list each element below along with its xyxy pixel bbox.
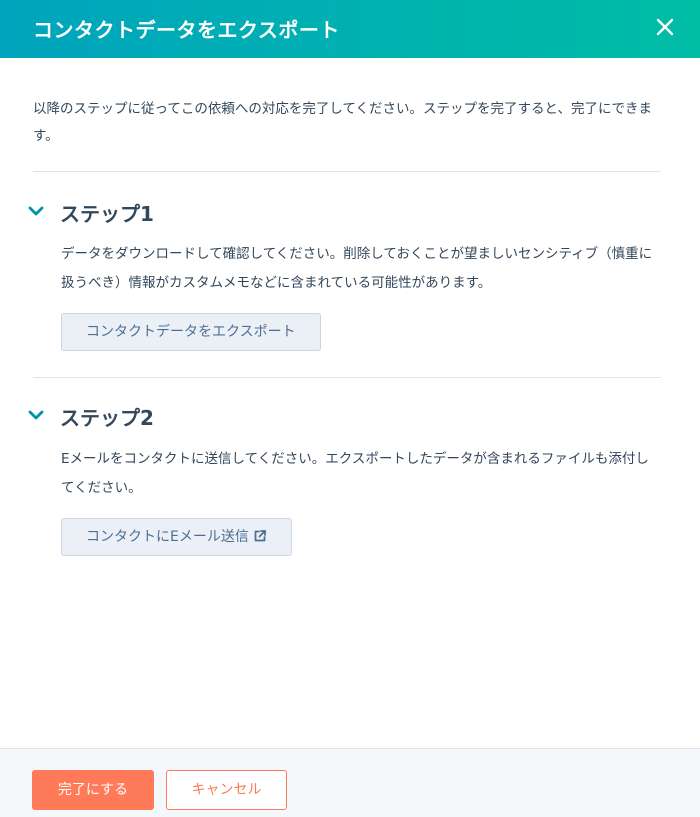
step-1-description: データをダウンロードして確認してください。削除しておくことが望ましいセンシティブ…	[61, 246, 653, 291]
cancel-button[interactable]: キャンセル	[166, 770, 287, 810]
external-link-icon	[254, 530, 266, 542]
divider	[33, 171, 661, 172]
chevron-down-icon	[28, 410, 44, 420]
step-2-title: ステップ2	[60, 406, 154, 430]
step-1-title: ステップ1	[60, 202, 154, 226]
dialog-title: コンタクトデータをエクスポート	[33, 18, 340, 42]
export-contact-data-label: コンタクトデータをエクスポート	[86, 324, 296, 340]
intro-text: 以降のステップに従ってこの依頼への対応を完了してください。ステップを完了すると、…	[33, 101, 652, 144]
send-email-to-contact-button[interactable]: コンタクトにEメール送信	[61, 518, 292, 556]
step-2-description: Eメールをコンタクトに送信してください。エクスポートしたデータが含まれるファイル…	[61, 451, 649, 496]
export-contact-dialog: コンタクトデータをエクスポート 以降のステップに従ってこの依頼への対応を完了して…	[0, 0, 700, 817]
dialog-footer: 完了にする キャンセル	[0, 748, 700, 817]
dialog-header: コンタクトデータをエクスポート	[0, 0, 700, 58]
close-button[interactable]	[650, 12, 680, 42]
chevron-down-icon	[28, 206, 44, 216]
complete-button[interactable]: 完了にする	[32, 770, 154, 810]
export-contact-data-button[interactable]: コンタクトデータをエクスポート	[61, 313, 321, 351]
divider	[33, 377, 661, 378]
send-email-to-contact-label: コンタクトにEメール送信	[86, 529, 249, 545]
close-icon	[656, 18, 674, 36]
